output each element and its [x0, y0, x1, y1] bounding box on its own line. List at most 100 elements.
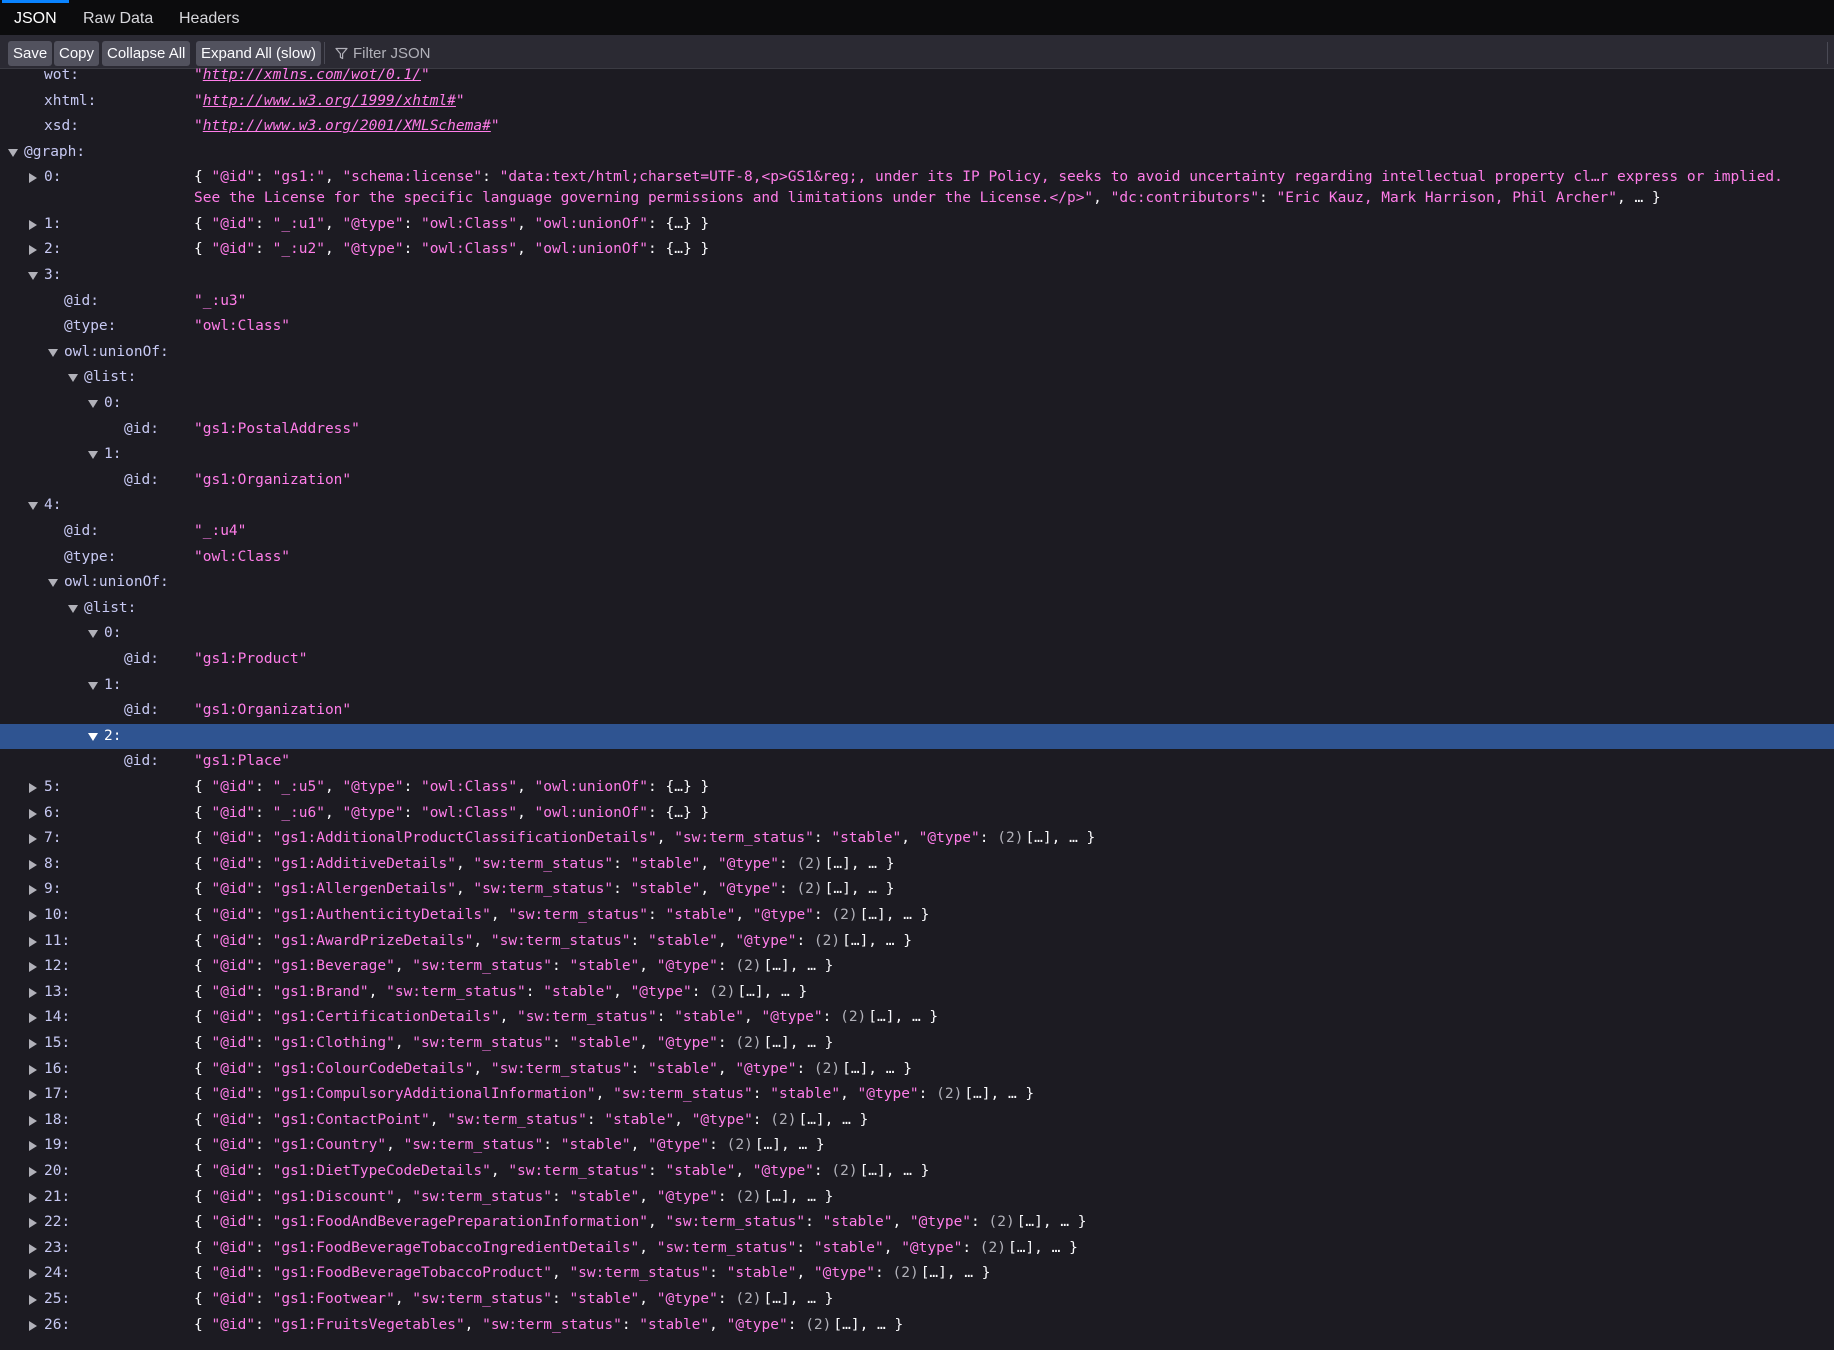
tree-row[interactable]: 5: { "@id": "_:u5", "@type": "owl:Class",…	[0, 775, 1834, 801]
triangle-right-icon[interactable]	[29, 962, 37, 973]
tree-row[interactable]: @list:	[0, 596, 1834, 622]
triangle-down-icon[interactable]	[8, 148, 18, 157]
tab-headers[interactable]: Headers	[179, 0, 239, 35]
tree-row[interactable]: 9: { "@id": "gs1:AllergenDetails", "sw:te…	[0, 877, 1834, 903]
tree-row[interactable]: @list:	[0, 365, 1834, 391]
tree-row[interactable]: 13: { "@id": "gs1:Brand", "sw:term_status…	[0, 980, 1834, 1006]
tree-row[interactable]: wot: "http://xmlns.com/wot/0.1/"	[0, 65, 1834, 89]
tree-row[interactable]: xsd: "http://www.w3.org/2001/XMLSchema#"	[0, 114, 1834, 140]
tree-row[interactable]: 22: { "@id": "gs1:FoodAndBeveragePreparat…	[0, 1210, 1834, 1236]
triangle-down-icon[interactable]	[88, 630, 98, 639]
triangle-right-icon[interactable]	[29, 1141, 37, 1152]
tree-row[interactable]: 0: { "@id": "gs1:", "schema:license": "da…	[0, 165, 1834, 211]
tree-row[interactable]: @id: "_:u4"	[0, 519, 1834, 545]
tree-row[interactable]: @id: "gs1:Organization"	[0, 698, 1834, 724]
triangle-right-icon[interactable]	[29, 859, 37, 870]
tree-row[interactable]: 24: { "@id": "gs1:FoodBeverageTobaccoProd…	[0, 1261, 1834, 1287]
tree-row[interactable]: 1:	[0, 673, 1834, 699]
triangle-right-icon[interactable]	[29, 1013, 37, 1024]
triangle-right-icon[interactable]	[29, 1090, 37, 1101]
tree-row[interactable]: 4:	[0, 493, 1834, 519]
triangle-right-icon[interactable]	[29, 834, 37, 845]
triangle-right-icon[interactable]	[29, 1038, 37, 1049]
tree-row[interactable]: @type: "owl:Class"	[0, 545, 1834, 571]
url-link[interactable]: http://www.w3.org/2001/XMLSchema#	[203, 118, 491, 134]
tree-row[interactable]: 10: { "@id": "gs1:AuthenticityDetails", "…	[0, 903, 1834, 929]
triangle-down-icon[interactable]	[68, 374, 78, 383]
triangle-right-icon[interactable]	[29, 782, 37, 793]
tree-row[interactable]: 11: { "@id": "gs1:AwardPrizeDetails", "sw…	[0, 929, 1834, 955]
tree-row[interactable]: 26: { "@id": "gs1:FruitsVegetables", "sw:…	[0, 1313, 1834, 1339]
tree-row[interactable]: 12: { "@id": "gs1:Beverage", "sw:term_sta…	[0, 954, 1834, 980]
triangle-down-icon[interactable]	[88, 451, 98, 460]
collapse-all-button[interactable]: Collapse All	[102, 41, 191, 66]
triangle-right-icon[interactable]	[29, 173, 37, 184]
triangle-right-icon[interactable]	[29, 910, 37, 921]
tree-row[interactable]: 19: { "@id": "gs1:Country", "sw:term_stat…	[0, 1133, 1834, 1159]
tree-row[interactable]: 15: { "@id": "gs1:Clothing", "sw:term_sta…	[0, 1031, 1834, 1057]
tree-row[interactable]: @id: "gs1:Product"	[0, 647, 1834, 673]
url-link[interactable]: http://xmlns.com/wot/0.1/	[203, 67, 421, 83]
tree-row[interactable]: 23: { "@id": "gs1:FoodBeverageTobaccoIngr…	[0, 1236, 1834, 1262]
triangle-right-icon[interactable]	[29, 1269, 37, 1280]
tree-row[interactable]: 6: { "@id": "_:u6", "@type": "owl:Class",…	[0, 801, 1834, 827]
tree-row[interactable]: 3:	[0, 263, 1834, 289]
tree-row[interactable]: @type: "owl:Class"	[0, 314, 1834, 340]
tree-row[interactable]: owl:unionOf:	[0, 570, 1834, 596]
copy-button[interactable]: Copy	[54, 41, 100, 66]
triangle-right-icon[interactable]	[29, 1115, 37, 1126]
triangle-right-icon[interactable]	[29, 1064, 37, 1075]
url-link[interactable]: http://www.w3.org/1999/xhtml#	[203, 93, 456, 109]
triangle-down-icon[interactable]	[68, 604, 78, 613]
triangle-right-icon[interactable]	[29, 1320, 37, 1331]
triangle-right-icon[interactable]	[29, 1243, 37, 1254]
triangle-down-icon[interactable]	[48, 579, 58, 588]
tree-row[interactable]: @id: "gs1:Place"	[0, 749, 1834, 775]
triangle-right-icon[interactable]	[29, 1218, 37, 1229]
tree-row[interactable]: 21: { "@id": "gs1:Discount", "sw:term_sta…	[0, 1185, 1834, 1211]
triangle-down-icon[interactable]	[28, 271, 38, 280]
tree-row[interactable]: owl:unionOf:	[0, 340, 1834, 366]
tree-row[interactable]: 8: { "@id": "gs1:AdditiveDetails", "sw:te…	[0, 852, 1834, 878]
triangle-right-icon[interactable]	[29, 1192, 37, 1203]
filter-json-input[interactable]	[353, 41, 633, 66]
tree-row[interactable]: 16: { "@id": "gs1:ColourCodeDetails", "sw…	[0, 1057, 1834, 1083]
triangle-right-icon[interactable]	[29, 885, 37, 896]
tree-row[interactable]: 7: { "@id": "gs1:AdditionalProductClassif…	[0, 826, 1834, 852]
tree-row[interactable]: 0:	[0, 391, 1834, 417]
triangle-down-icon[interactable]	[88, 732, 98, 741]
triangle-right-icon[interactable]	[29, 219, 37, 230]
triangle-down-icon[interactable]	[88, 681, 98, 690]
tree-row[interactable]: 2: { "@id": "_:u2", "@type": "owl:Class",…	[0, 237, 1834, 263]
tree-row[interactable]: 17: { "@id": "gs1:CompulsoryAdditionalInf…	[0, 1082, 1834, 1108]
tree-row-selected[interactable]: 2:	[0, 723, 1834, 750]
expand-all-button[interactable]: Expand All (slow)	[196, 41, 322, 66]
tree-row[interactable]: @id: "gs1:PostalAddress"	[0, 417, 1834, 443]
filter-box[interactable]	[335, 41, 635, 66]
tab-raw-data[interactable]: Raw Data	[83, 0, 153, 35]
tree-row[interactable]: 0:	[0, 621, 1834, 647]
tree-row[interactable]: @id: "_:u3"	[0, 289, 1834, 315]
tree-row[interactable]: 14: { "@id": "gs1:CertificationDetails", …	[0, 1005, 1834, 1031]
triangle-down-icon[interactable]	[48, 348, 58, 357]
tree-key: 13:	[44, 983, 71, 1000]
tree-row[interactable]: @graph:	[0, 140, 1834, 166]
tree-row[interactable]: 1: { "@id": "_:u1", "@type": "owl:Class",…	[0, 212, 1834, 238]
triangle-down-icon[interactable]	[28, 502, 38, 511]
tree-row[interactable]: 20: { "@id": "gs1:DietTypeCodeDetails", "…	[0, 1159, 1834, 1185]
triangle-right-icon[interactable]	[29, 808, 37, 819]
tree-row[interactable]: xhtml: "http://www.w3.org/1999/xhtml#"	[0, 89, 1834, 115]
triangle-right-icon[interactable]	[29, 936, 37, 947]
tree-row[interactable]: @id: "gs1:Organization"	[0, 468, 1834, 494]
tree-key: @id:	[124, 753, 159, 770]
triangle-right-icon[interactable]	[29, 245, 37, 256]
triangle-right-icon[interactable]	[29, 1294, 37, 1305]
triangle-right-icon[interactable]	[29, 987, 37, 998]
tree-row[interactable]: 25: { "@id": "gs1:Footwear", "sw:term_sta…	[0, 1287, 1834, 1313]
triangle-right-icon[interactable]	[29, 1166, 37, 1177]
tab-json[interactable]: JSON	[2, 0, 69, 35]
triangle-down-icon[interactable]	[88, 399, 98, 408]
tree-row[interactable]: 1:	[0, 442, 1834, 468]
save-button[interactable]: Save	[8, 41, 53, 66]
tree-row[interactable]: 18: { "@id": "gs1:ContactPoint", "sw:term…	[0, 1108, 1834, 1134]
